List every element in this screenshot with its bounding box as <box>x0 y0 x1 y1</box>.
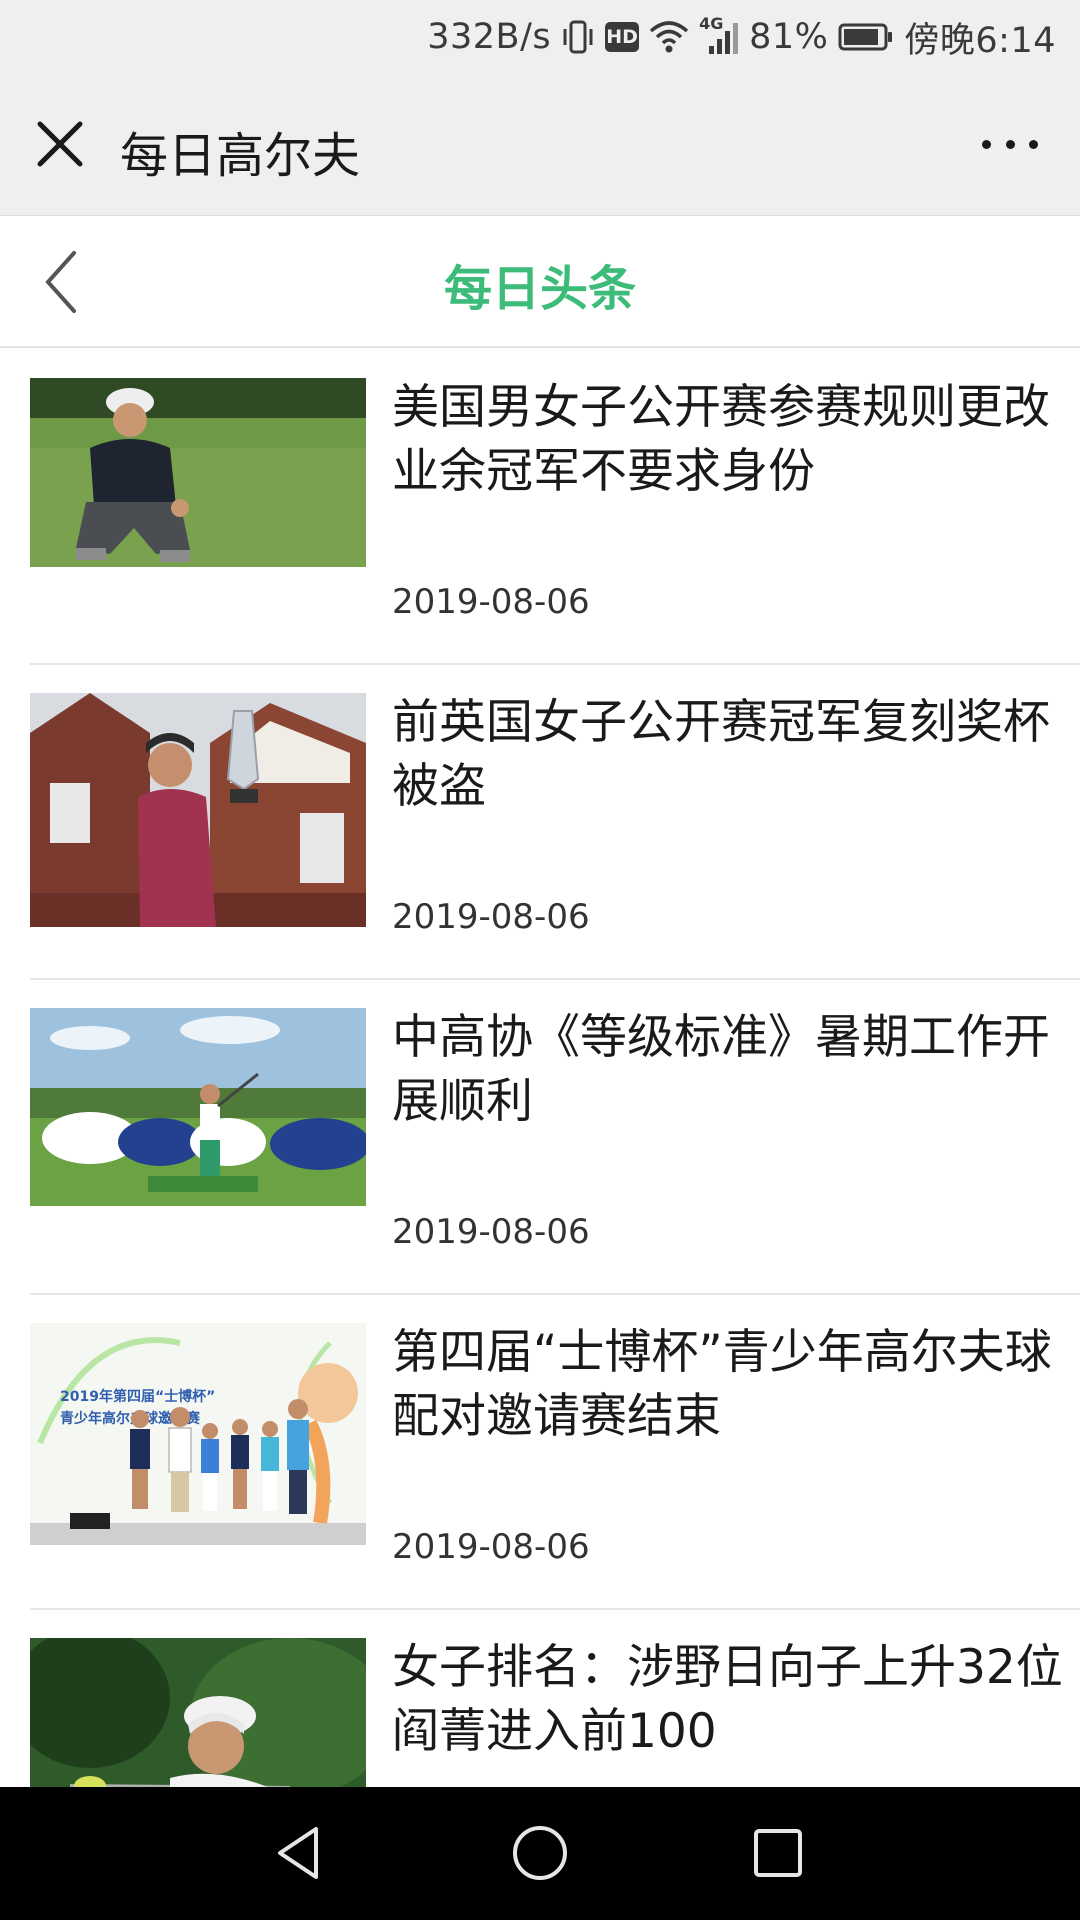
network-speed: 332B/s <box>427 17 552 57</box>
network-type: 4G <box>699 14 724 33</box>
news-item[interactable]: 中高协《等级标准》暑期工作开展顺利 2019-08-06 <box>30 980 1080 1295</box>
close-button[interactable] <box>34 118 86 170</box>
news-title: 第四届“士博杯”青少年高尔夫球配对邀请赛结束 <box>392 1325 1052 1444</box>
nav-back-icon <box>278 1827 318 1879</box>
wifi-icon <box>649 21 689 53</box>
nav-home-button[interactable] <box>508 1821 572 1885</box>
news-date: 2019-08-06 <box>392 1527 590 1567</box>
junior-golf-swing-photo <box>30 1008 366 1206</box>
news-date: 2019-08-06 <box>392 897 590 937</box>
system-nav-bar <box>0 1787 1080 1920</box>
news-item[interactable]: 女子排名：涉野日向子上升32位阎菁进入前100 <box>30 1610 1080 1787</box>
section-title: 每日头条 <box>443 261 636 317</box>
nav-home-icon <box>513 1826 567 1880</box>
more-button[interactable] <box>982 134 1038 154</box>
news-title: 美国男女子公开赛参赛规则更改业余冠军不要求身份 <box>392 380 1050 499</box>
more-icon-dot <box>982 139 991 149</box>
golfer-crouching-photo <box>30 378 366 567</box>
status-bar: 332B/s HD 4G 81% 傍晚6:14 <box>0 0 1080 74</box>
news-title: 前英国女子公开赛冠军复刻奖杯被盗 <box>392 695 1050 814</box>
news-title: 中高协《等级标准》暑期工作开展顺利 <box>392 1010 1050 1129</box>
news-item[interactable]: 美国男女子公开赛参赛规则更改业余冠军不要求身份 2019-08-06 <box>30 350 1080 665</box>
signal-icon: 4G <box>699 14 739 54</box>
nav-back-button[interactable] <box>268 1821 332 1885</box>
title-bar: 每日高尔夫 <box>0 74 1080 216</box>
news-item[interactable]: 前英国女子公开赛冠军复刻奖杯被盗 2019-08-06 <box>30 665 1080 980</box>
clock: 傍晚6:14 <box>904 20 1056 61</box>
image-banner-line-1: 2019年第四届“士博杯” <box>60 1388 215 1405</box>
vibrate-icon <box>561 19 595 55</box>
female-golfer-photo <box>30 1638 366 1787</box>
nav-recents-button[interactable] <box>746 1821 810 1885</box>
sub-header: 每日头条 <box>0 217 1080 348</box>
hd-icon: HD <box>605 22 640 52</box>
news-list: 美国男女子公开赛参赛规则更改业余冠军不要求身份 2019-08-06 前英国女子… <box>0 350 1080 1787</box>
battery-icon <box>838 22 894 52</box>
junior-award-ceremony-photo: 2019年第四届“士博杯” 青少年高尔夫球邀请赛 <box>30 1323 366 1545</box>
close-icon <box>37 121 83 167</box>
page-title: 每日高尔夫 <box>120 128 361 184</box>
trophy-holder-photo <box>30 693 366 927</box>
nav-recents-icon <box>754 1829 802 1877</box>
news-item[interactable]: 2019年第四届“士博杯” 青少年高尔夫球邀请赛 第四届“士博杯”青少年高尔夫球… <box>30 1295 1080 1610</box>
news-date: 2019-08-06 <box>392 1212 590 1252</box>
battery-percent: 81% <box>749 17 829 57</box>
more-icon-dot <box>1029 139 1038 149</box>
news-date: 2019-08-06 <box>392 582 590 622</box>
news-title: 女子排名：涉野日向子上升32位阎菁进入前100 <box>392 1640 1063 1759</box>
more-icon-dot <box>1005 139 1015 149</box>
